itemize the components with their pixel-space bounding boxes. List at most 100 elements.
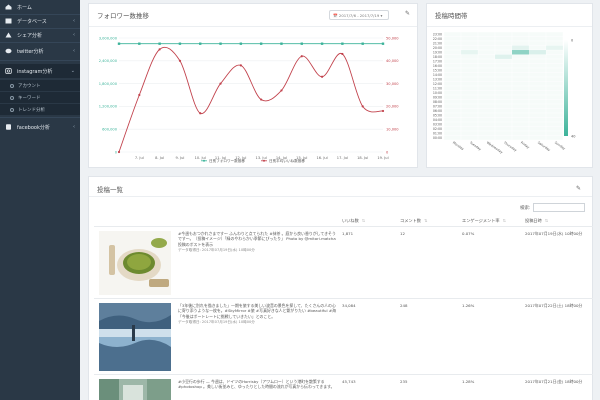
heatmap-cell (494, 99, 513, 105)
day-label: Wednesday (486, 141, 504, 155)
data-point (199, 112, 202, 115)
sidebar-item-twitter[interactable]: twitter分析 ‹ (0, 44, 80, 58)
sidebar-item-facebook[interactable]: facebook分析 ‹ (0, 120, 80, 134)
heatmap-cell (528, 67, 547, 73)
sidebar-item-label: ホーム (17, 4, 32, 11)
left-axis-tick-label: 2,400,000 (99, 59, 118, 63)
heatmap-cell (494, 90, 513, 96)
heatmap-cell (528, 31, 547, 37)
heatmap-cell (460, 99, 479, 105)
heatmap-cell (494, 126, 513, 132)
sidebar-subitem-account[interactable]: アカウント (0, 80, 80, 91)
heatmap-cell (528, 63, 547, 69)
scale-label: 0 (571, 38, 573, 42)
right-axis-tick-label: 50,000 (386, 36, 399, 40)
heatmap-cell (545, 76, 564, 82)
wrench-icon[interactable]: ✎ (576, 185, 581, 192)
sidebar-item-home[interactable]: ホーム (0, 0, 80, 14)
sidebar-item-database[interactable]: データベース ‹ (0, 14, 80, 28)
heatmap-cell (528, 112, 547, 118)
heatmap-cell-active (512, 45, 529, 50)
sidebar-item-instagram[interactable]: instagram分析 ⌄ (0, 64, 80, 78)
post-thumbnail-image[interactable] (99, 231, 171, 295)
heatmap-cell (460, 63, 479, 69)
heatmap-cell (494, 121, 513, 127)
header-date[interactable]: 投稿日時 ⇅ (525, 218, 548, 224)
heatmap-cell (545, 36, 564, 42)
hour-label: 17:00 (433, 59, 442, 63)
table-row[interactable]: #小豆行の歩行 — 今週は、ドイツのHorrisby（アワムロー）という港町を散… (94, 374, 593, 400)
posting-time-heatmap: 23:0022:0021:0020:0019:0018:0017:0016:00… (433, 31, 575, 155)
header-engagement[interactable]: エンゲージメント率 ⇅ (462, 218, 506, 224)
data-point (320, 42, 324, 45)
heatmap-cell (443, 45, 462, 51)
chevron-down-icon: ⌄ (70, 68, 75, 74)
heatmap-cell (528, 130, 547, 136)
post-thumbnail-image[interactable] (99, 379, 171, 400)
heatmap-cell (545, 40, 564, 46)
heatmap-cell (477, 67, 496, 73)
heatmap-cell (494, 85, 513, 91)
sidebar-subitem-label: キーワード (18, 95, 41, 101)
heatmap-cell (460, 135, 479, 141)
left-axis-tick-label: 1,200,000 (99, 105, 118, 109)
sidebar-item-share[interactable]: シェア分析 ‹ (0, 28, 80, 42)
chevron-left-icon: ‹ (73, 32, 75, 38)
hour-label: 13:00 (433, 77, 442, 81)
legend-label: 日別平均いいね数推移 (269, 158, 305, 163)
comments-cell: 235 (400, 379, 408, 384)
heatmap-cell (477, 40, 496, 46)
heatmap-cell (477, 108, 496, 114)
heatmap-cell (494, 63, 513, 69)
engagement-cell: 0.07% (462, 231, 475, 236)
hour-label: 14:00 (433, 73, 442, 77)
heatmap-cell (545, 121, 564, 127)
heatmap-cell (477, 45, 496, 51)
heatmap-cell (477, 99, 496, 105)
sort-icon: ⇅ (544, 218, 549, 223)
sidebar-subitem-label: アカウント (18, 83, 41, 89)
sort-icon: ⇅ (361, 218, 366, 223)
hour-label: 20:00 (433, 46, 442, 50)
heatmap-cell (528, 81, 547, 87)
table-row[interactable]: 「3年後に別れを描きました」一期を旅する美しい波音の景色を探して、たくさんの人の… (94, 298, 593, 374)
follower-chart-panel: フォロワー数推移 📅 2017/7/6 - 2017/7/19 ▾ ✎ 3,00… (88, 3, 418, 168)
heatmap-cell (545, 58, 564, 64)
date-cell: 2017年07月19日(水) 10時00分 (525, 231, 583, 236)
heatmap-cell (443, 130, 462, 136)
heatmap-cell (511, 117, 530, 123)
heatmap-cell (545, 85, 564, 91)
heatmap-cell (528, 117, 547, 123)
data-point (361, 42, 364, 45)
header-comments[interactable]: コメント数 ⇅ (400, 218, 427, 224)
data-point (158, 48, 161, 51)
heatmap-cell (528, 135, 547, 141)
data-point (280, 42, 283, 45)
hour-label: 07:00 (433, 104, 442, 108)
x-axis-tick-label: 16. Jul (316, 156, 327, 160)
hour-label: 10:00 (433, 91, 442, 95)
date-cell: 2017年07月21日(金) 18時00分 (525, 379, 583, 384)
search-label: 検索: (520, 206, 531, 211)
table-row[interactable]: #今週もおつかれさまです～ ふんわりと点てられた #抹茶 。庭から良い香りがして… (94, 226, 593, 298)
heatmap-cell (443, 126, 462, 132)
heatmap-cell (545, 63, 564, 69)
search-input[interactable] (533, 203, 585, 212)
heatmap-cell (460, 40, 479, 46)
heatmap-cell (443, 85, 462, 91)
sidebar-subitem-trend[interactable]: トレンド分析 (0, 104, 80, 115)
post-thumbnail-image[interactable] (99, 303, 171, 371)
heatmap-cell (477, 130, 496, 136)
sidebar-subitem-keyword[interactable]: キーワード (0, 92, 80, 103)
data-point (199, 42, 202, 45)
header-likes[interactable]: いいね数 ⇅ (342, 218, 365, 224)
x-axis-tick-label: 9. Jul (175, 156, 184, 160)
data-point (341, 42, 344, 45)
legend-swatch-marker (263, 159, 265, 162)
sidebar-item-label: instagram分析 (17, 68, 53, 75)
heatmap-cell (545, 81, 564, 87)
likes-cell: 1,871 (342, 231, 354, 236)
heatmap-cell (545, 112, 564, 118)
hour-label: 09:00 (433, 95, 442, 99)
data-point (178, 42, 182, 45)
